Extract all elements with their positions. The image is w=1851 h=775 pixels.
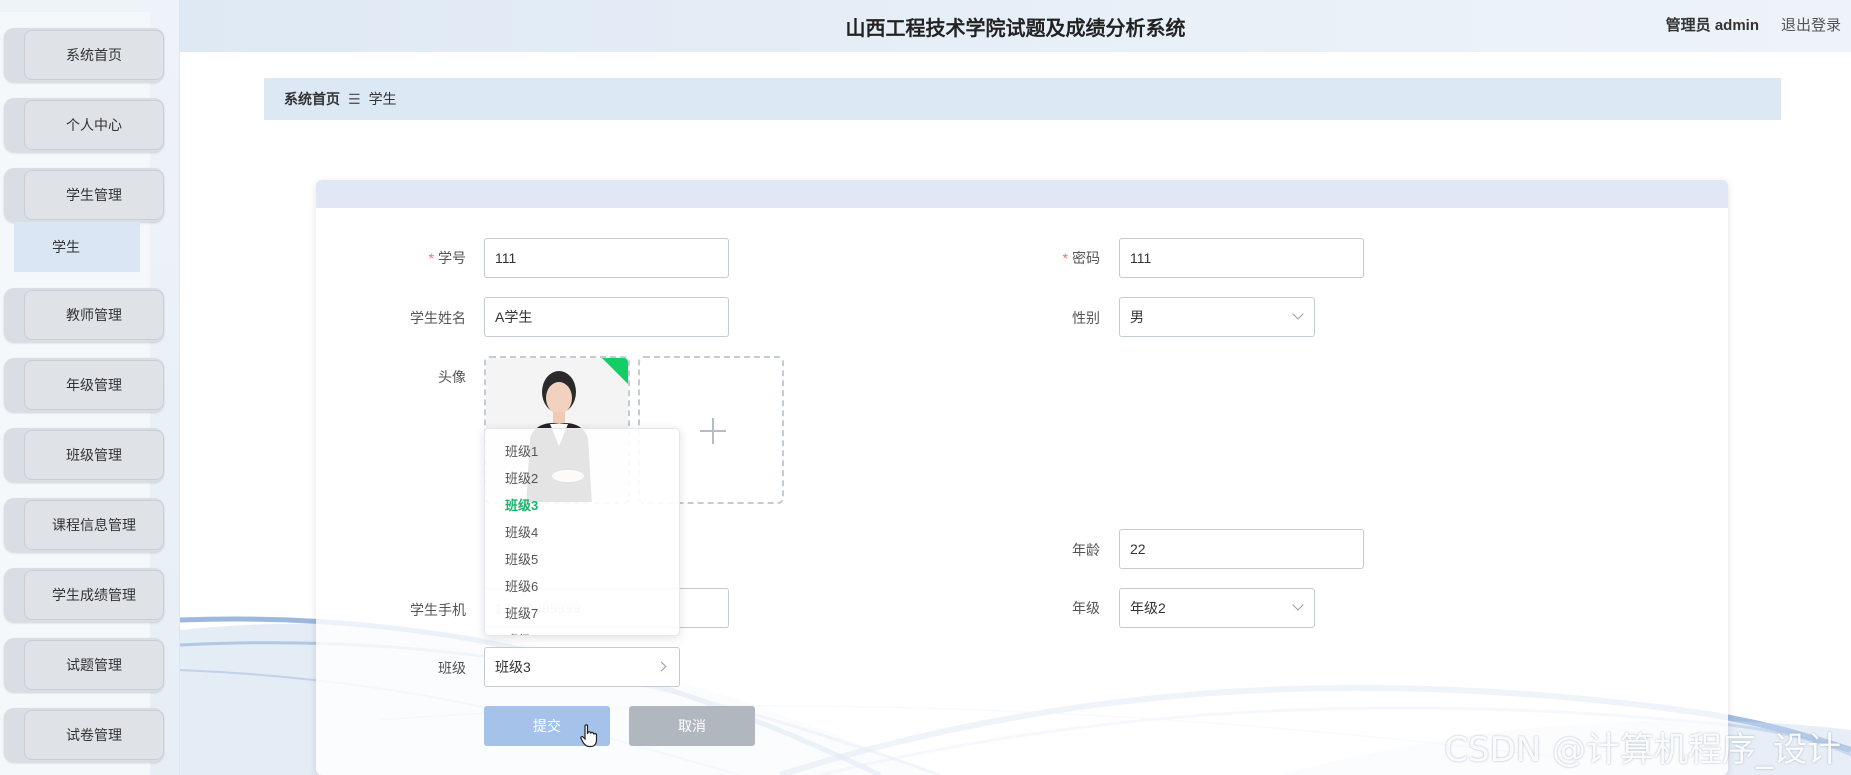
class-dropdown-menu: 班级1 班级2 班级3 班级4 班级5 班级6 班级7 班级8 [484,428,680,636]
dropdown-option[interactable]: 班级8 [485,627,679,635]
grade-select[interactable]: 年级2 [1119,588,1315,628]
breadcrumb-current: 学生 [368,91,397,107]
sidebar-item-label[interactable]: 年级管理 [24,360,164,410]
student-name-label: 学生姓名 [410,310,466,326]
dropdown-option[interactable]: 班级2 [485,465,679,492]
plus-icon-vertical [712,418,714,444]
sidebar-item-student-management[interactable]: 学生管理 [4,168,164,222]
upload-success-badge [600,358,628,386]
cancel-button[interactable]: 取消 [629,706,755,746]
logout-link[interactable]: 退出登录 [1781,14,1841,35]
student-id-label-text: 学号 [438,250,466,266]
grade-select-value: 年级2 [1130,600,1166,616]
current-user: 管理员 admin [1665,17,1759,34]
class-cascader-value: 班级3 [495,659,531,675]
hand-pointer-icon [580,724,598,748]
dropdown-option[interactable]: 班级5 [485,546,679,573]
sidebar-item-label[interactable]: 学生管理 [24,170,164,220]
breadcrumb: 系统首页 ☰ 学生 [264,78,1781,120]
sidebar-item-paper-management[interactable]: 试卷管理 [4,708,164,762]
dropdown-option[interactable]: 班级4 [485,519,679,546]
age-input[interactable]: 22 [1119,529,1364,569]
sidebar-subitem-student[interactable]: 学生 [14,222,140,272]
grade-label: 年级 [1072,600,1100,616]
sidebar-item-label[interactable]: 个人中心 [24,100,164,150]
sidebar-item-label[interactable]: 试题管理 [24,640,164,690]
chevron-right-icon [656,661,667,672]
breadcrumb-separator-icon: ☰ [348,90,361,107]
sidebar-item-grade-management[interactable]: 年级管理 [4,358,164,412]
app-title: 山西工程技术学院试题及成绩分析系统 [845,18,1186,40]
breadcrumb-home[interactable]: 系统首页 [284,89,340,109]
dropdown-option[interactable]: 班级6 [485,573,679,600]
sidebar-item-question-management[interactable]: 试题管理 [4,638,164,692]
password-label: * 密码 [950,248,1100,268]
watermark: CSDN @计算机程序_设计 [1444,730,1841,770]
sidebar-item-class-management[interactable]: 班级管理 [4,428,164,482]
sidebar-item-course-management[interactable]: 课程信息管理 [4,498,164,552]
top-header: 山西工程技术学院试题及成绩分析系统 管理员 admin 退出登录 [180,0,1851,52]
password-input[interactable]: 111 [1119,238,1364,278]
sidebar-item-label[interactable]: 班级管理 [24,430,164,480]
required-mark: * [1062,250,1068,266]
sidebar-item-home[interactable]: 系统首页 [4,28,164,82]
gender-select-value: 男 [1130,309,1144,325]
sidebar-item-score-management[interactable]: 学生成绩管理 [4,568,164,622]
dropdown-option[interactable]: 班级7 [485,600,679,627]
chevron-down-icon [1292,599,1304,611]
sidebar-item-teacher-management[interactable]: 教师管理 [4,288,164,342]
required-mark: * [428,250,434,266]
gender-select[interactable]: 男 [1119,297,1315,337]
sidebar-item-label[interactable]: 系统首页 [24,30,164,80]
dropdown-option-selected[interactable]: 班级3 [485,492,679,519]
card-header [316,180,1728,208]
password-label-text: 密码 [1072,250,1100,266]
student-id-label: * 学号 [316,248,466,268]
student-id-input[interactable]: 111 [484,238,729,278]
sidebar: 系统首页 个人中心 学生管理 学生 教师管理 年级管理 班级管理 课程信息管理 … [0,0,180,775]
gender-label: 性别 [1072,310,1100,326]
chevron-down-icon [1292,308,1304,320]
sidebar-item-profile[interactable]: 个人中心 [4,98,164,152]
class-label: 班级 [438,660,466,676]
sidebar-item-label[interactable]: 课程信息管理 [24,500,164,550]
dropdown-option[interactable]: 班级1 [485,438,679,465]
class-cascader[interactable]: 班级3 [484,647,680,687]
sidebar-item-label[interactable]: 学生成绩管理 [24,570,164,620]
avatar-label: 头像 [438,369,466,385]
student-name-input[interactable]: A学生 [484,297,729,337]
age-label: 年龄 [1072,542,1100,558]
sidebar-item-label[interactable]: 教师管理 [24,290,164,340]
sidebar-item-label[interactable]: 试卷管理 [24,710,164,760]
phone-label: 学生手机 [410,602,466,618]
